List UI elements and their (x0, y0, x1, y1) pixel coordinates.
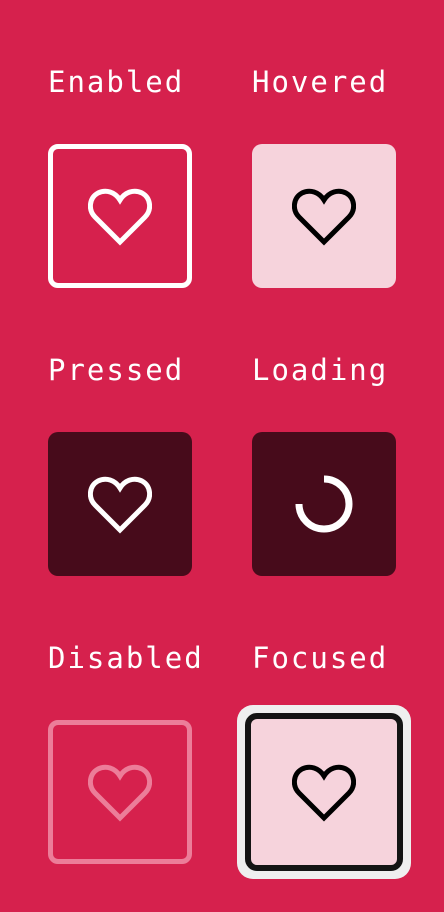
hovered-label: Hovered (252, 65, 389, 99)
heart-icon (88, 476, 152, 534)
pressed-label: Pressed (48, 353, 185, 387)
spinner-icon (295, 475, 353, 533)
heart-icon (88, 764, 152, 822)
heart-icon (292, 188, 356, 246)
enabled-heart-button[interactable] (48, 144, 192, 288)
loading-label: Loading (252, 353, 389, 387)
heart-icon (88, 188, 152, 246)
pressed-heart-button[interactable] (48, 432, 192, 576)
loading-button[interactable] (252, 432, 396, 576)
disabled-label: Disabled (48, 641, 204, 675)
heart-icon (292, 764, 356, 822)
disabled-heart-button (48, 720, 192, 864)
focused-label: Focused (252, 641, 389, 675)
focused-heart-button[interactable] (245, 713, 403, 871)
hovered-heart-button[interactable] (252, 144, 396, 288)
enabled-label: Enabled (48, 65, 185, 99)
